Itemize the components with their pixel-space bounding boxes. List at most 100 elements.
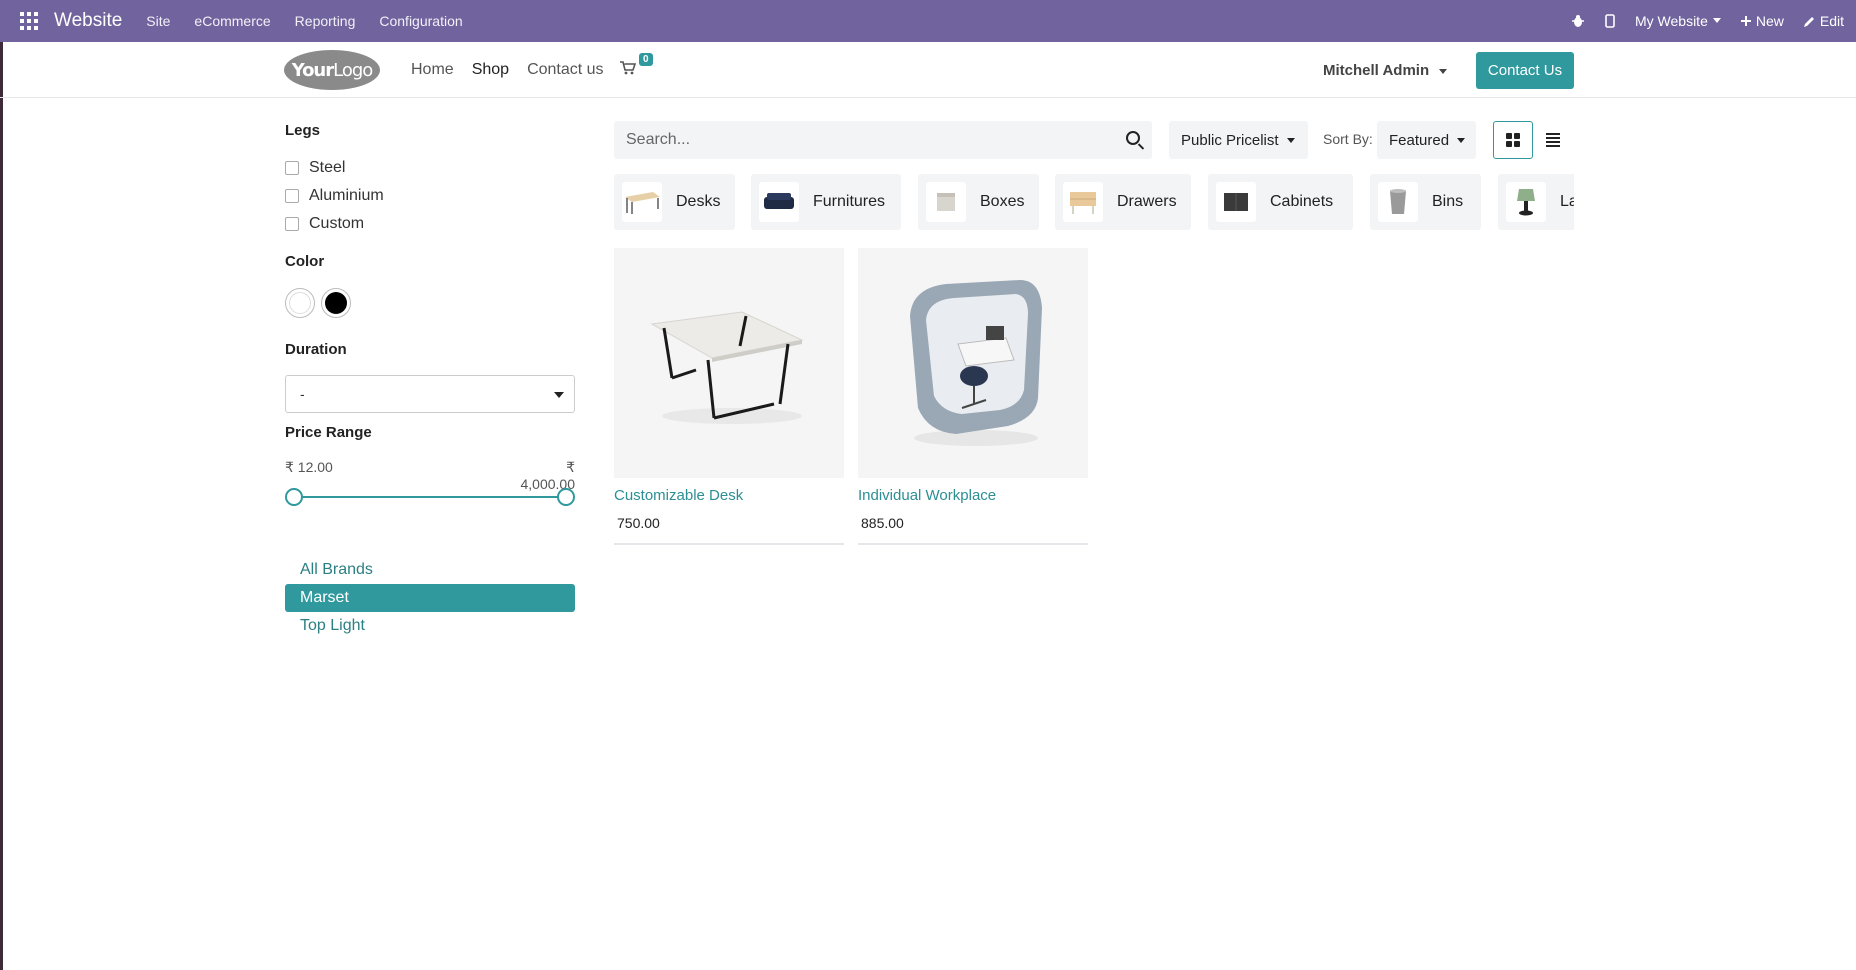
- chevron-down-icon: [1439, 69, 1448, 74]
- sort-dropdown[interactable]: Featured: [1377, 121, 1476, 159]
- mobile-preview-icon[interactable]: [1605, 14, 1615, 28]
- legs-option-aluminium[interactable]: Aluminium: [285, 187, 384, 205]
- new-button[interactable]: New: [1740, 13, 1784, 29]
- legs-option-label: Custom: [309, 215, 365, 232]
- admin-topbar: Website Site eCommerce Reporting Configu…: [0, 0, 1856, 42]
- price-slider-min-handle[interactable]: [285, 488, 303, 506]
- product-name[interactable]: Individual Workplace: [858, 487, 1088, 504]
- list-view-button[interactable]: [1533, 121, 1573, 159]
- cabinet-thumbnail: [1216, 182, 1256, 222]
- menu-site[interactable]: Site: [146, 13, 170, 29]
- apps-menu-icon[interactable]: [18, 10, 40, 32]
- product-name[interactable]: Customizable Desk: [614, 487, 844, 504]
- window-edge: [0, 0, 3, 970]
- list-icon: [1546, 133, 1560, 147]
- product-price: 885.00: [861, 515, 904, 531]
- category-label: Lamps: [1559, 193, 1574, 210]
- main-nav: Home Shop Contact us: [411, 61, 604, 79]
- brand-all[interactable]: All Brands: [285, 556, 575, 584]
- grid-view-button[interactable]: [1493, 121, 1533, 159]
- chevron-down-icon: [1286, 137, 1295, 143]
- search-icon[interactable]: [1126, 131, 1140, 145]
- checkbox[interactable]: [285, 217, 299, 231]
- chevron-down-icon: [1457, 137, 1466, 143]
- menu-ecommerce[interactable]: eCommerce: [194, 13, 270, 29]
- category-bins[interactable]: Bins: [1370, 174, 1481, 230]
- legs-option-steel[interactable]: Steel: [285, 159, 345, 177]
- price-range-title: Price Range: [285, 424, 372, 441]
- box-thumbnail: [926, 182, 966, 222]
- site-logo[interactable]: Your Logo: [284, 50, 380, 90]
- cart-count-badge: 0: [639, 53, 653, 66]
- search-input[interactable]: Search...: [626, 131, 690, 148]
- nav-home[interactable]: Home: [411, 61, 454, 79]
- sort-label: Sort By:: [1323, 131, 1373, 147]
- category-cabinets[interactable]: Cabinets: [1208, 174, 1353, 230]
- category-desks[interactable]: Desks: [614, 174, 735, 230]
- category-drawers[interactable]: Drawers: [1055, 174, 1191, 230]
- duration-value: -: [300, 386, 305, 402]
- bin-thumbnail: [1378, 182, 1418, 222]
- category-label: Boxes: [980, 193, 1025, 210]
- edit-label: Edit: [1819, 13, 1844, 29]
- contact-us-button[interactable]: Contact Us: [1476, 52, 1574, 89]
- logo-text-bold: Your: [291, 59, 334, 81]
- product-card[interactable]: Customizable Desk 750.00: [614, 248, 844, 545]
- legs-option-label: Aluminium: [309, 187, 384, 204]
- category-lamps[interactable]: Lamps: [1498, 174, 1574, 230]
- product-search[interactable]: Search...: [614, 121, 1152, 159]
- legs-filter-title: Legs: [285, 122, 321, 139]
- product-image-workplace[interactable]: [858, 248, 1088, 478]
- category-label: Cabinets: [1270, 193, 1334, 210]
- edit-button[interactable]: Edit: [1803, 13, 1844, 29]
- product-card[interactable]: Individual Workplace 885.00: [858, 248, 1088, 545]
- color-filter-title: Color: [285, 253, 325, 270]
- logo-text-light: Logo: [333, 59, 373, 81]
- nav-shop[interactable]: Shop: [472, 61, 509, 79]
- website-selector-label: My Website: [1634, 13, 1708, 29]
- sort-value: Featured: [1389, 131, 1450, 149]
- user-name: Mitchell Admin: [1323, 62, 1430, 79]
- category-label: Furnitures: [813, 193, 886, 210]
- chevron-down-icon: [1712, 18, 1721, 23]
- duration-filter-title: Duration: [285, 341, 347, 358]
- price-min-value: ₹ 12.00: [285, 459, 333, 475]
- category-strip: Desks Furnitures Boxes Drawers Cabinets …: [614, 174, 1574, 230]
- category-boxes[interactable]: Boxes: [918, 174, 1039, 230]
- cart-button[interactable]: 0: [620, 53, 653, 80]
- price-slider-max-handle[interactable]: [557, 488, 575, 506]
- checkbox[interactable]: [285, 189, 299, 203]
- caret-down-icon: [554, 392, 564, 398]
- furniture-thumbnail: [759, 182, 799, 222]
- category-label: Drawers: [1117, 193, 1177, 210]
- duration-select[interactable]: -: [285, 375, 575, 413]
- plus-icon: [1740, 16, 1751, 26]
- nav-contact-us[interactable]: Contact us: [527, 61, 603, 79]
- brand-top-light[interactable]: Top Light: [285, 612, 575, 640]
- price-slider-track[interactable]: [293, 496, 566, 498]
- legs-option-custom[interactable]: Custom: [285, 215, 364, 233]
- product-image-desk[interactable]: [614, 248, 844, 478]
- menu-reporting[interactable]: Reporting: [295, 13, 356, 29]
- website-selector[interactable]: My Website: [1635, 13, 1721, 29]
- checkbox[interactable]: [285, 161, 299, 175]
- color-swatch-black[interactable]: [321, 288, 351, 318]
- lamp-thumbnail: [1506, 182, 1546, 222]
- category-furnitures[interactable]: Furnitures: [751, 174, 901, 230]
- app-name[interactable]: Website: [54, 10, 122, 32]
- grid-icon: [1506, 133, 1520, 147]
- debug-icon[interactable]: [1571, 14, 1585, 28]
- new-label: New: [1755, 13, 1784, 29]
- menu-configuration[interactable]: Configuration: [379, 13, 462, 29]
- cart-icon: [620, 61, 637, 75]
- user-menu[interactable]: Mitchell Admin: [1323, 62, 1448, 79]
- category-label: Desks: [676, 193, 721, 210]
- pricelist-value: Public Pricelist: [1181, 131, 1279, 149]
- color-swatch-white[interactable]: [285, 288, 315, 318]
- pricelist-dropdown[interactable]: Public Pricelist: [1169, 121, 1308, 159]
- drawer-thumbnail: [1063, 182, 1103, 222]
- brand-marset[interactable]: Marset: [285, 584, 575, 612]
- product-price: 750.00: [617, 515, 660, 531]
- card-divider: [614, 543, 844, 545]
- desk-thumbnail: [622, 182, 662, 222]
